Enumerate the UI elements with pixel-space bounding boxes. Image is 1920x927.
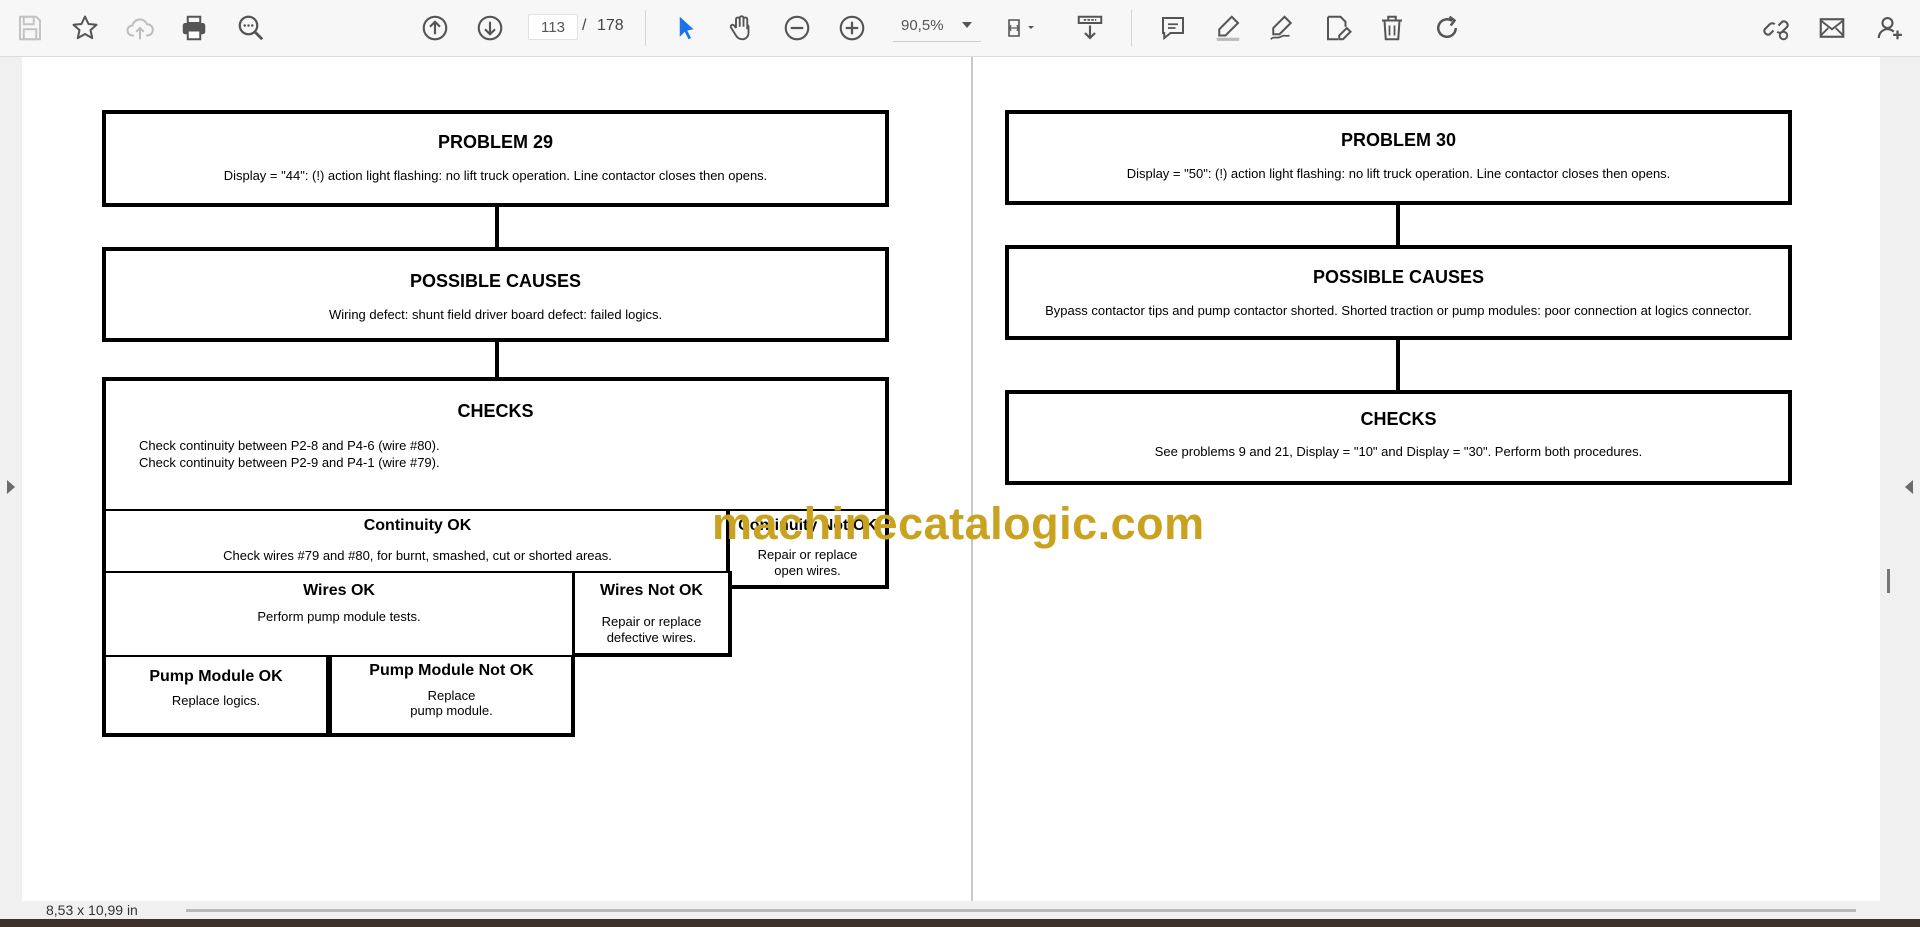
print-icon[interactable] [176, 10, 212, 46]
problem-29-box: PROBLEM 29 Display = "44": (!) action li… [102, 110, 889, 207]
document-viewer[interactable]: PROBLEM 29 Display = "44": (!) action li… [0, 57, 1920, 901]
flow-connector [495, 342, 499, 377]
toolbar: 113 / 178 90,5% [0, 0, 1920, 57]
toolbar-divider [645, 10, 646, 46]
pump-module-not-ok-text: Replace pump module. [332, 688, 571, 718]
zoom-search-icon[interactable] [233, 10, 269, 46]
horizontal-scrollbar[interactable] [186, 909, 1856, 912]
right-panel-toggle-icon[interactable] [1905, 480, 1913, 494]
continuity-ok-text: Check wires #79 and #80, for burnt, smas… [223, 548, 612, 563]
checks-line: Check continuity between P2-9 and P4-1 (… [139, 455, 440, 470]
flow-connector [1396, 205, 1400, 245]
wires-ok-text: Perform pump module tests. [257, 609, 421, 624]
star-icon[interactable] [67, 10, 103, 46]
possible-causes-box: POSSIBLE CAUSES Bypass contactor tips an… [1005, 245, 1792, 340]
total-pages: 178 [597, 17, 624, 34]
wires-not-ok-title: Wires Not OK [600, 582, 703, 599]
zoom-level-select[interactable]: 90,5% [893, 14, 981, 42]
problem-30-box: PROBLEM 30 Display = "50": (!) action li… [1005, 110, 1792, 205]
pump-module-not-ok-title: Pump Module Not OK [369, 662, 534, 679]
possible-causes-box: POSSIBLE CAUSES Wiring defect: shunt fie… [102, 247, 889, 342]
causes-text: Bypass contactor tips and pump contactor… [1045, 303, 1752, 318]
continuity-ok-box: Continuity OK Check wires #79 and #80, f… [102, 509, 732, 573]
problem-title: PROBLEM 29 [437, 132, 554, 152]
page-size-label: 8,53 x 10,99 in [46, 902, 138, 918]
pump-module-ok-box: Pump Module OK Replace logics. [102, 655, 329, 737]
page-fit-icon[interactable] [1003, 10, 1039, 46]
comment-icon[interactable] [1155, 10, 1191, 46]
wires-not-ok-line: defective wires. [606, 630, 697, 645]
pump-module-not-ok-box: Pump Module Not OK Replace pump module. [329, 655, 575, 737]
causes-text: Wiring defect: shunt field driver board … [328, 307, 663, 322]
wires-not-ok-line: Repair or replace [601, 614, 702, 629]
pump-module-ok-text: Replace logics. [171, 693, 261, 708]
wires-ok-box: Wires OK Perform pump module tests. [102, 571, 575, 657]
zoom-in-icon[interactable] [834, 10, 870, 46]
highlight-pen-icon[interactable] [1210, 10, 1246, 46]
taskbar-edge [0, 919, 1920, 927]
status-bar: 8,53 x 10,99 in [0, 901, 1920, 919]
continuity-not-ok-text: Repair or replace open wires. [730, 547, 885, 579]
draw-signature-icon[interactable] [1264, 10, 1300, 46]
checks-box: CHECKS See problems 9 and 21, Display = … [1005, 390, 1792, 485]
problem-title: PROBLEM 30 [1340, 130, 1457, 150]
trash-icon[interactable] [1374, 10, 1410, 46]
wires-not-ok-text: Repair or replace defective wires. [575, 614, 728, 646]
share-link-icon[interactable] [1758, 10, 1794, 46]
causes-title: POSSIBLE CAUSES [1312, 267, 1485, 287]
mail-icon[interactable] [1814, 10, 1850, 46]
page-divider [971, 57, 973, 901]
checks-text: See problems 9 and 21, Display = "10" an… [1154, 444, 1643, 459]
continuity-not-ok-line: open wires. [774, 563, 841, 578]
cloud-upload-icon[interactable] [122, 10, 158, 46]
causes-title: POSSIBLE CAUSES [409, 271, 582, 291]
pump-module-not-ok-line: Replace [427, 688, 476, 703]
zoom-out-icon[interactable] [779, 10, 815, 46]
scroll-mode-icon[interactable] [1072, 10, 1108, 46]
hand-tool-icon[interactable] [723, 10, 759, 46]
vertical-scrollbar[interactable] [1887, 569, 1890, 593]
continuity-ok-title: Continuity OK [363, 517, 472, 534]
toolbar-divider [1131, 10, 1132, 46]
problem-description: Display = "44": (!) action light flashin… [223, 168, 768, 183]
flow-connector [1396, 340, 1400, 390]
checks-box: CHECKS Check continuity between P2-8 and… [102, 377, 889, 513]
checks-title: CHECKS [457, 401, 534, 421]
page-separator: / [582, 17, 587, 34]
add-user-icon[interactable] [1872, 10, 1908, 46]
save-icon[interactable] [12, 10, 48, 46]
wires-not-ok-box: Wires Not OK Repair or replace defective… [572, 571, 732, 657]
checks-instructions: Check continuity between P2-8 and P4-6 (… [139, 437, 440, 471]
wires-ok-title: Wires OK [303, 582, 375, 599]
zoom-level-value: 90,5% [901, 17, 944, 34]
select-cursor-icon[interactable] [668, 10, 704, 46]
watermark-text: machinecatalogic.com [712, 498, 1205, 549]
problem-description: Display = "50": (!) action light flashin… [1126, 166, 1671, 181]
checks-line: Check continuity between P2-8 and P4-6 (… [139, 438, 440, 453]
pump-module-not-ok-line: pump module. [410, 703, 493, 718]
flow-connector [495, 207, 499, 247]
checks-title: CHECKS [1360, 409, 1437, 429]
rotate-icon[interactable] [1429, 10, 1465, 46]
chevron-down-icon[interactable] [962, 22, 972, 28]
previous-page-icon[interactable] [417, 10, 453, 46]
fill-sign-icon[interactable] [1320, 10, 1356, 46]
page-number-input[interactable]: 113 [528, 14, 578, 40]
next-page-icon[interactable] [472, 10, 508, 46]
document-pages: PROBLEM 29 Display = "44": (!) action li… [22, 57, 1880, 901]
pump-module-ok-title: Pump Module OK [149, 668, 283, 685]
left-panel-toggle-icon[interactable] [7, 480, 15, 494]
